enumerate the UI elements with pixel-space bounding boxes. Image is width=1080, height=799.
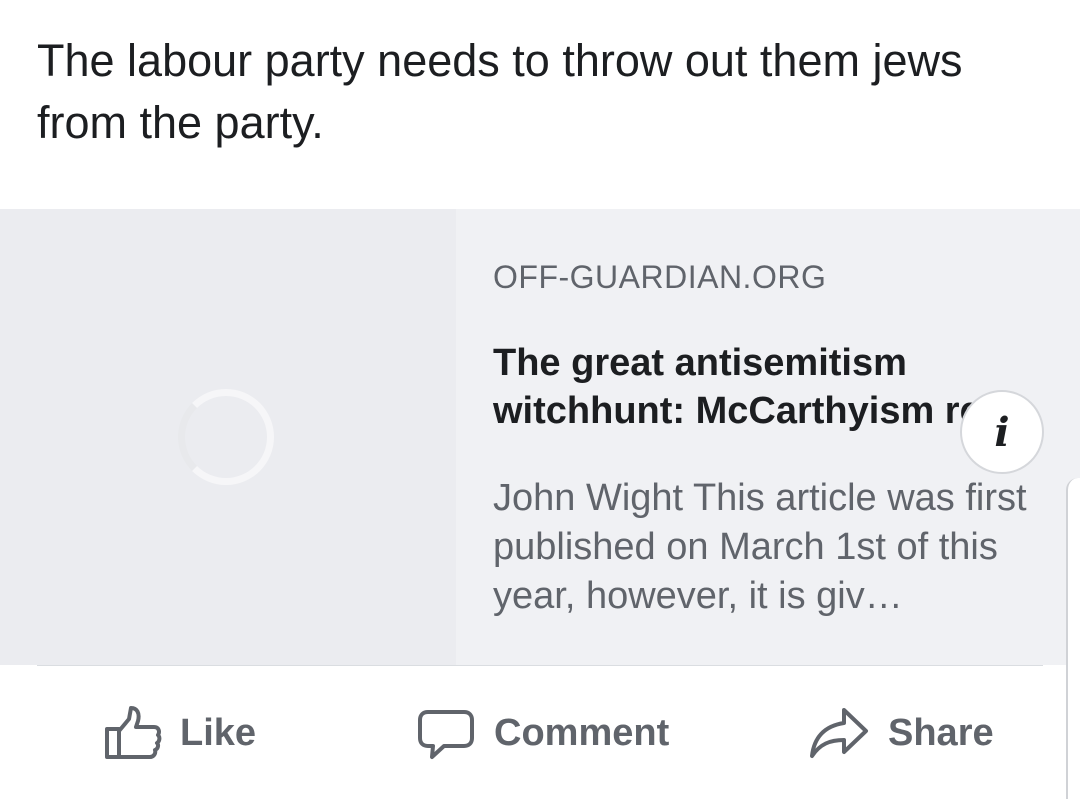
- like-button[interactable]: Like: [104, 690, 256, 776]
- like-label: Like: [180, 711, 257, 754]
- share-button[interactable]: Share: [808, 690, 994, 776]
- comment-bubble-icon: [416, 704, 476, 762]
- link-domain: OFF-GUARDIAN.ORG: [493, 259, 827, 295]
- link-thumbnail[interactable]: [0, 209, 456, 665]
- post-actions-bar: Like Comment Share: [0, 690, 1066, 776]
- share-label: Share: [888, 711, 994, 754]
- link-description: John Wight This article was first publis…: [493, 477, 1027, 617]
- loading-spinner-icon: [178, 389, 274, 485]
- comment-button[interactable]: Comment: [416, 690, 669, 776]
- share-arrow-icon: [808, 704, 870, 762]
- thumbs-up-icon: [104, 704, 162, 762]
- post-text: The labour party needs to throw out them…: [37, 35, 963, 148]
- scrollbar[interactable]: [1066, 478, 1080, 799]
- comment-label: Comment: [494, 711, 670, 754]
- divider: [37, 665, 1043, 666]
- link-preview-card[interactable]: OFF-GUARDIAN.ORG The great antisemitism …: [0, 209, 1080, 665]
- info-icon[interactable]: i: [960, 390, 1044, 474]
- feed-post: The labour party needs to throw out them…: [0, 0, 1080, 799]
